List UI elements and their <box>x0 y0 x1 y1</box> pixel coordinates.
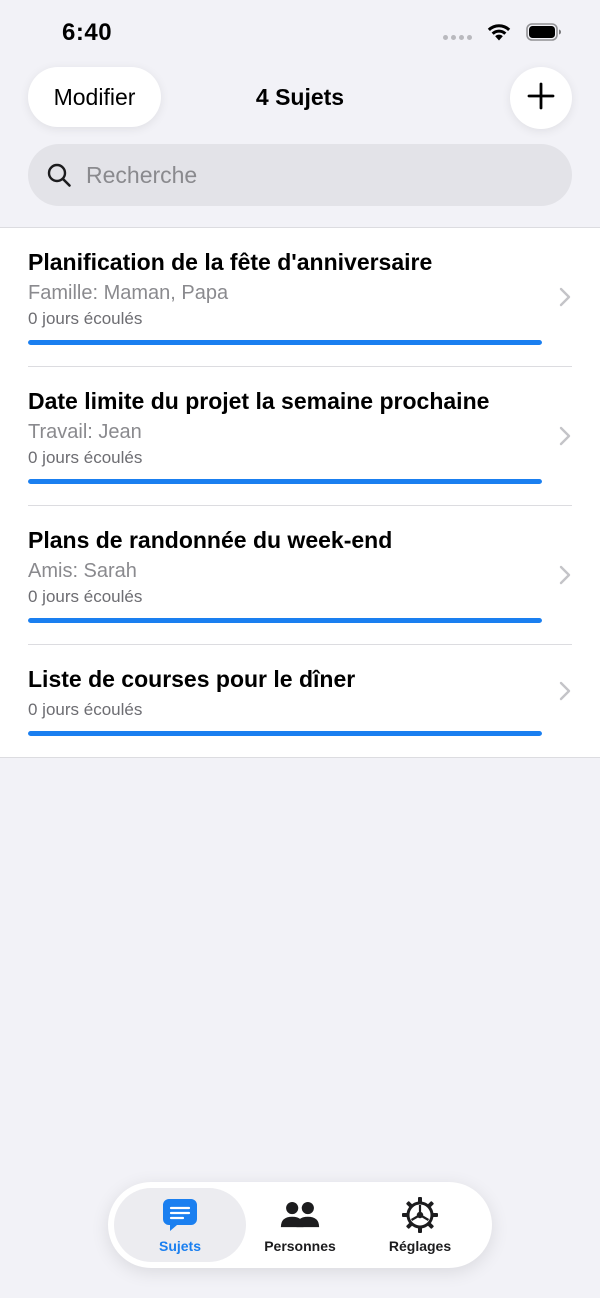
topic-row[interactable]: Date limite du projet la semaine prochai… <box>0 367 600 506</box>
topic-participants: Travail: Jean <box>28 421 142 443</box>
topic-row[interactable]: Plans de randonnée du week-end Amis: Sar… <box>0 506 600 645</box>
battery-icon <box>526 22 562 47</box>
topic-progress-fill <box>28 340 542 345</box>
topic-progress-bar <box>28 618 542 623</box>
topic-progress-bar <box>28 731 542 736</box>
tab-sujets[interactable]: Sujets <box>114 1188 246 1262</box>
cellular-signal-icon <box>443 35 472 40</box>
tab-reglages[interactable]: Réglages <box>360 1188 480 1262</box>
plus-icon <box>527 82 555 115</box>
topic-progress-fill <box>28 618 542 623</box>
wifi-icon <box>486 22 512 47</box>
topic-elapsed-days: 0 jours écoulés <box>28 700 143 719</box>
topic-elapsed-days: 0 jours écoulés <box>28 448 143 467</box>
topic-title: Plans de randonnée du week-end <box>28 527 393 553</box>
status-time: 6:40 <box>62 19 113 46</box>
chevron-right-icon <box>558 564 572 586</box>
navigation-header: Modifier 4 Sujets <box>0 66 600 232</box>
add-topic-button[interactable] <box>510 67 572 129</box>
tab-label: Sujets <box>158 1237 201 1254</box>
tab-bar: Sujets Personnes Réglages <box>108 1182 492 1268</box>
search-input[interactable] <box>84 154 572 196</box>
chevron-right-icon <box>558 425 572 447</box>
people-icon <box>280 1197 320 1233</box>
tab-label: Personnes <box>264 1237 336 1254</box>
tab-label: Réglages <box>388 1237 452 1254</box>
topic-row[interactable]: Liste de courses pour le dîner 0 jours é… <box>0 645 600 736</box>
topic-progress-fill <box>28 479 542 484</box>
chevron-right-icon <box>558 680 572 702</box>
message-icon <box>160 1197 200 1233</box>
topic-elapsed-days: 0 jours écoulés <box>28 587 143 606</box>
topic-elapsed-days: 0 jours écoulés <box>28 309 143 328</box>
topic-title: Planification de la fête d'anniversaire <box>28 249 433 275</box>
chevron-right-icon <box>558 286 572 308</box>
topic-participants: Amis: Sarah <box>28 560 137 582</box>
topic-progress-bar <box>28 479 542 484</box>
tab-personnes[interactable]: Personnes <box>240 1188 360 1262</box>
topic-title: Date limite du projet la semaine prochai… <box>28 388 490 414</box>
search-bar[interactable] <box>28 144 572 206</box>
search-icon <box>46 162 72 188</box>
topic-participants: Famille: Maman, Papa <box>28 282 229 304</box>
gear-icon <box>400 1196 440 1233</box>
topic-progress-fill <box>28 731 542 736</box>
topic-row[interactable]: Planification de la fête d'anniversaire … <box>0 228 600 367</box>
status-bar: 6:40 <box>0 0 600 66</box>
topic-progress-bar <box>28 340 542 345</box>
status-icons <box>443 22 562 47</box>
topic-list: Planification de la fête d'anniversaire … <box>0 228 600 758</box>
topic-title: Liste de courses pour le dîner <box>28 666 356 692</box>
